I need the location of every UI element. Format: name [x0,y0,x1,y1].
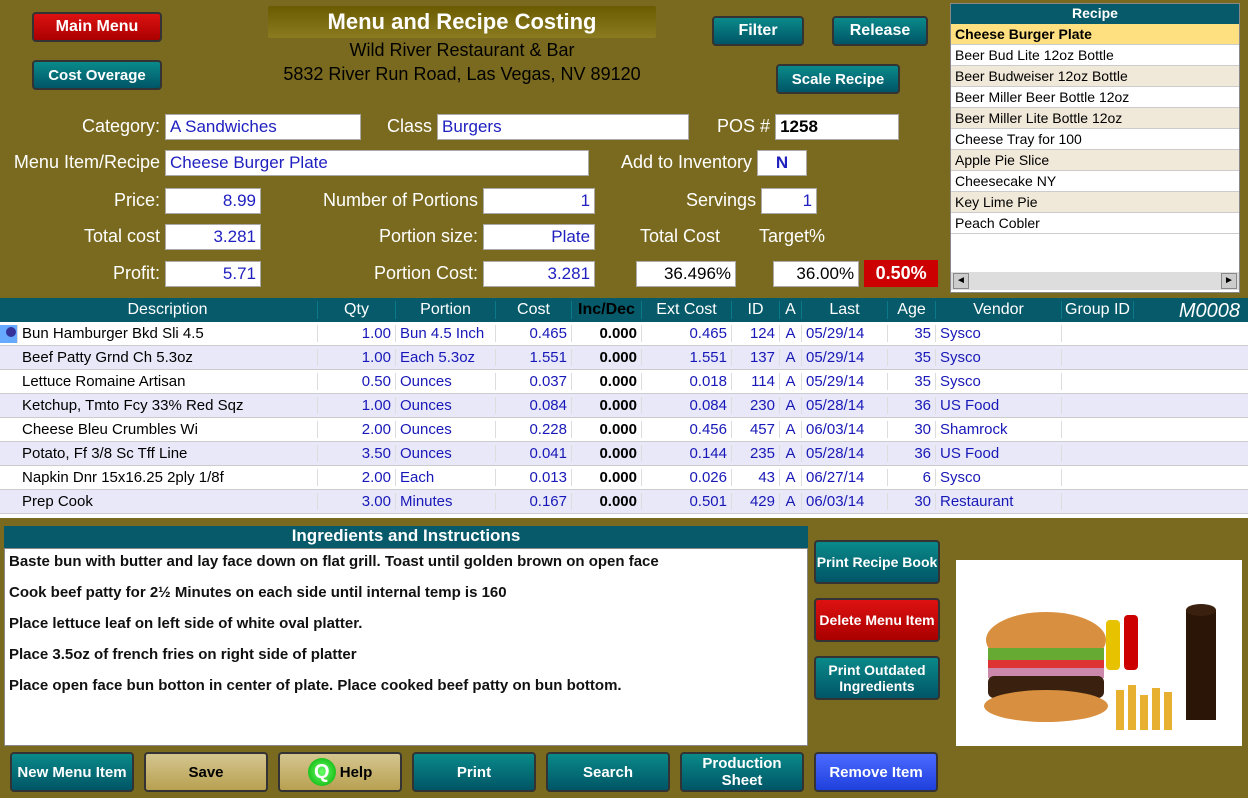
grid-header-cell[interactable]: ID [732,301,780,319]
ingredients-grid-body[interactable]: Bun Hamburger Bkd Sli 4.51.00Bun 4.5 Inc… [0,322,1248,518]
servings-input[interactable] [761,188,817,214]
target-label: Target% [725,226,825,247]
price-input[interactable] [165,188,261,214]
page-title: Menu and Recipe Costing [268,6,656,38]
pos-label: POS # [694,116,770,137]
add-inventory-input[interactable] [757,150,807,176]
grid-header-cell[interactable]: Group ID [1062,301,1134,319]
table-row[interactable]: Napkin Dnr 15x16.25 2ply 1/8f2.00Each0.0… [0,466,1248,490]
recipe-list-item[interactable]: Cheese Burger Plate [951,24,1239,45]
scale-recipe-button[interactable]: Scale Recipe [776,64,900,94]
price-label: Price: [0,190,160,211]
recipe-list-item[interactable]: Beer Budweiser 12oz Bottle [951,66,1239,87]
grid-header-cell[interactable]: Portion [396,301,496,319]
recipe-list-panel: Recipe Cheese Burger PlateBeer Bud Lite … [950,3,1240,293]
ingredients-grid: DescriptionQtyPortionCostInc/DecExt Cost… [0,298,1248,526]
menu-item-input[interactable] [165,150,589,176]
table-row[interactable]: Potato, Ff 3/8 Sc Tff Line3.50Ounces0.04… [0,442,1248,466]
new-menu-item-button[interactable]: New Menu Item [10,752,134,792]
instruction-line: Place lettuce leaf on left side of white… [9,615,803,632]
grid-header-cell[interactable]: Ext Cost [642,301,732,319]
recipe-list-item[interactable]: Key Lime Pie [951,192,1239,213]
total-cost-pct-label: Total Cost [600,226,720,247]
table-row[interactable]: Lettuce Romaine Artisan0.50Ounces0.0370.… [0,370,1248,394]
release-button[interactable]: Release [832,16,928,46]
help-icon: Q [308,758,336,786]
total-cost-input [165,224,261,250]
recipe-list[interactable]: Cheese Burger PlateBeer Bud Lite 12oz Bo… [951,24,1239,272]
table-row[interactable]: Bun Hamburger Bkd Sli 4.51.00Bun 4.5 Inc… [0,322,1248,346]
grid-header-cell[interactable]: Inc/Dec [572,301,642,319]
recipe-list-item[interactable]: Beer Miller Beer Bottle 12oz [951,87,1239,108]
search-button[interactable]: Search [546,752,670,792]
instruction-line: Baste bun with butter and lay face down … [9,553,803,570]
grid-header-cell[interactable]: A [780,301,802,319]
menu-item-label: Menu Item/Recipe [0,152,160,173]
save-button[interactable]: Save [144,752,268,792]
recipe-photo [956,560,1242,746]
grid-header-cell[interactable]: Cost [496,301,572,319]
grid-header-cell[interactable]: Qty [318,301,396,319]
help-button[interactable]: QHelp [278,752,402,792]
scroll-right-icon[interactable]: ► [1221,273,1237,289]
portion-cost-input [483,261,595,287]
instruction-line: Cook beef patty for 2½ Minutes on each s… [9,584,803,601]
cost-overage-button[interactable]: Cost Overage [32,60,162,90]
target-percent-input[interactable] [773,261,859,287]
delete-menu-item-button[interactable]: Delete Menu Item [814,598,940,642]
recipe-hscroll[interactable]: ◄ ► [951,272,1239,290]
print-button[interactable]: Print [412,752,536,792]
recipe-list-item[interactable]: Beer Bud Lite 12oz Bottle [951,45,1239,66]
num-portions-label: Number of Portions [266,190,478,211]
recipe-list-item[interactable]: Peach Cobler [951,213,1239,234]
profit-input [165,261,261,287]
print-recipe-book-button[interactable]: Print Recipe Book [814,540,940,584]
instruction-line: Place open face bun botton in center of … [9,677,803,694]
grid-header-cell[interactable]: Vendor [936,301,1062,319]
instruction-line: Place 3.5oz of french fries on right sid… [9,646,803,663]
print-outdated-button[interactable]: Print Outdated Ingredients [814,656,940,700]
add-inventory-label: Add to Inventory [594,152,752,173]
grid-header-cell[interactable]: Description [18,301,318,319]
grid-header-cell[interactable]: Age [888,301,936,319]
menu-code: M0008 [1179,300,1240,323]
cost-percent-output [636,261,736,287]
production-sheet-button[interactable]: Production Sheet [680,752,804,792]
grid-header-cell[interactable]: Last [802,301,888,319]
table-row[interactable]: Ketchup, Tmto Fcy 33% Red Sqz1.00Ounces0… [0,394,1248,418]
recipe-list-item[interactable]: Cheese Tray for 100 [951,129,1239,150]
pos-input[interactable] [775,114,899,140]
table-row[interactable]: Beef Patty Grnd Ch 5.3oz1.00Each 5.3oz1.… [0,346,1248,370]
class-input[interactable] [437,114,689,140]
class-label: Class [366,116,432,137]
scroll-left-icon[interactable]: ◄ [953,273,969,289]
portion-cost-label: Portion Cost: [266,263,478,284]
remove-item-button[interactable]: Remove Item [814,752,938,792]
category-input[interactable] [165,114,361,140]
profit-label: Profit: [0,263,160,284]
portion-size-label: Portion size: [266,226,478,247]
main-menu-button[interactable]: Main Menu [32,12,162,42]
total-cost-label: Total cost [0,226,160,247]
restaurant-name: Wild River Restaurant & Bar [268,40,656,61]
table-row[interactable]: Prep Cook3.00Minutes0.1670.0000.501429A0… [0,490,1248,514]
recipe-list-header: Recipe [951,4,1239,24]
portion-size-input[interactable] [483,224,595,250]
recipe-list-item[interactable]: Beer Miller Lite Bottle 12oz [951,108,1239,129]
overage-output: 0.50% [864,260,938,287]
recipe-list-item[interactable]: Cheesecake NY [951,171,1239,192]
instructions-title: Ingredients and Instructions [4,526,808,548]
filter-button[interactable]: Filter [712,16,804,46]
category-label: Category: [0,116,160,137]
num-portions-input[interactable] [483,188,595,214]
table-row[interactable]: Cheese Bleu Crumbles Wi2.00Ounces0.2280.… [0,418,1248,442]
recipe-list-item[interactable]: Apple Pie Slice [951,150,1239,171]
servings-label: Servings [600,190,756,211]
instructions-textarea[interactable]: Baste bun with butter and lay face down … [4,548,808,746]
restaurant-address: 5832 River Run Road, Las Vegas, NV 89120 [268,64,656,85]
